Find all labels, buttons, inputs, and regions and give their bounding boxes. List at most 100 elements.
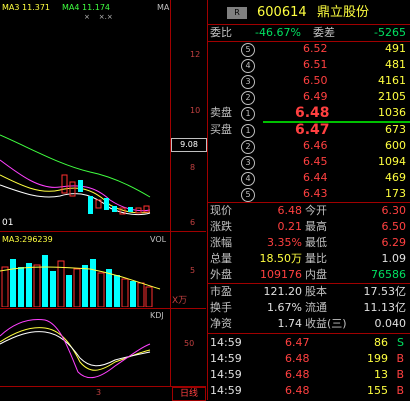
order-ratio-row: 委比 -46.67% 委差 -5265 [207,25,410,41]
vol-bar [33,264,41,307]
stat-label: 最低 [305,236,327,249]
fundamental-value: 0.040 [374,317,407,330]
price-axis-6: 6 [190,218,196,227]
fundamental-label: 股本 [305,285,327,298]
sell-price: 6.48 [295,105,330,121]
buy-order-row[interactable]: 3 6.45 1094 [207,154,410,170]
stat-value: 0.21 [277,220,303,233]
stock-header: R 600614 鼎立股份 [207,3,410,23]
volume-chart [0,255,161,307]
sell-order-row[interactable]: 5 6.52 491 [207,41,410,57]
chart-panel[interactable]: MA3 11.371 MA4 11.174 × ×.× MA 12 10 8 6… [0,0,207,401]
sell-order-row[interactable]: 卖盘 1 6.48 1036 [207,105,410,121]
tick-time: 14:59 [210,336,242,349]
vol-bar [121,278,129,307]
tick-side: B [396,352,404,365]
fundamental-row: 换手 1.67% 流通 11.13亿 [207,300,410,316]
stat-value: 3.35% [267,236,302,249]
vol-ma-label: MA3:296239 [2,235,53,244]
stat-row: 外盘 109176 内盘 76586 [207,267,410,283]
stock-code: 600614 [257,5,307,20]
sell-volume: 491 [385,42,406,55]
candle [61,174,68,194]
stat-row: 涨跌 0.21 最高 6.50 [207,219,410,235]
stat-value: 6.30 [381,204,407,217]
fundamental-value: 121.20 [263,285,303,298]
price-axis-12: 12 [190,50,201,59]
level-badge: 2 [241,140,255,154]
stat-label: 量比 [305,252,327,265]
level-badge: 1 [241,124,255,138]
buy-order-row[interactable]: 5 6.43 173 [207,186,410,202]
period-tab[interactable]: 日线 [172,387,206,401]
fundamental-value: 1.67% [267,301,302,314]
sell-price: 6.52 [303,42,328,55]
tick-side: B [396,384,404,397]
buy-price: 6.46 [303,139,328,152]
level-badge: 1 [241,107,255,121]
stat-value: 6.50 [381,220,407,233]
buy-volume: 469 [385,171,406,184]
sell-price: 6.51 [303,58,328,71]
fundamental-value: 11.13亿 [363,301,407,314]
price-axis-10: 10 [190,106,201,115]
tick-time: 14:59 [210,352,242,365]
stock-name: 鼎立股份 [317,5,370,20]
tick-side: S [397,336,404,349]
vol-bar [90,259,96,307]
level-badge: 5 [241,43,255,57]
stat-value: 76586 [371,268,406,281]
vol-axis-5: 5 [190,266,196,275]
fundamental-label: 换手 [210,301,232,314]
sell-price: 6.50 [303,74,328,87]
stat-value: 6.29 [381,236,407,249]
vol-unit: X万 [172,296,188,306]
stat-label: 内盘 [305,268,327,281]
stat-value: 1.09 [381,252,407,265]
tick-row: 14:59 6.48 155 B [207,383,410,399]
sell-order-row[interactable]: 2 6.49 2105 [207,89,410,105]
kdj-j-line [0,319,151,379]
level-badge: 4 [241,59,255,73]
ratio-value: -46.67% [255,26,301,39]
tick-price: 6.48 [285,368,310,381]
tick-volume: 86 [374,336,388,349]
sell-order-row[interactable]: 4 6.51 481 [207,57,410,73]
buy-order-row[interactable]: 4 6.44 469 [207,170,410,186]
sell-order-row[interactable]: 3 6.50 4161 [207,73,410,89]
tick-side: B [396,368,404,381]
vol-bar [10,259,16,307]
date-label: 01 [2,218,14,228]
tick-price: 6.48 [285,352,310,365]
kdj-chart [0,319,151,379]
fundamental-row: 净资 1.74 收益(三) 0.040 [207,316,410,332]
stat-label: 最高 [305,220,327,233]
stat-value: 109176 [260,268,302,281]
fundamental-label: 净资 [210,317,232,330]
buy-volume: 1094 [378,155,406,168]
tick-volume: 199 [367,352,388,365]
tick-price: 6.47 [285,336,310,349]
tick-row: 14:59 6.48 13 B [207,367,410,383]
diff-value: -5265 [374,26,406,39]
vol-bar [66,275,72,307]
bottom-axis-label: 3 [96,388,102,397]
stat-label: 现价 [210,204,232,217]
level-badge: 4 [241,172,255,186]
sell-volume: 1036 [378,106,406,119]
vol-bar [18,267,24,307]
vol-bar [114,275,120,307]
current-price-tag: 9.08 [171,138,207,152]
stat-row: 现价 6.48 今开 6.30 [207,203,410,219]
vol-bar [73,268,81,307]
candle [112,206,117,212]
buy-order-row[interactable]: 买盘 1 6.47 673 [207,122,410,138]
buy-order-row[interactable]: 2 6.46 600 [207,138,410,154]
stat-value: 18.50万 [259,252,303,265]
tick-volume: 13 [374,368,388,381]
buy-volume: 600 [385,139,406,152]
tick-row: 14:59 6.48 199 B [207,351,410,367]
tick-volume: 155 [367,384,388,397]
volume-bars [1,255,153,307]
candlestick-chart [0,134,151,216]
